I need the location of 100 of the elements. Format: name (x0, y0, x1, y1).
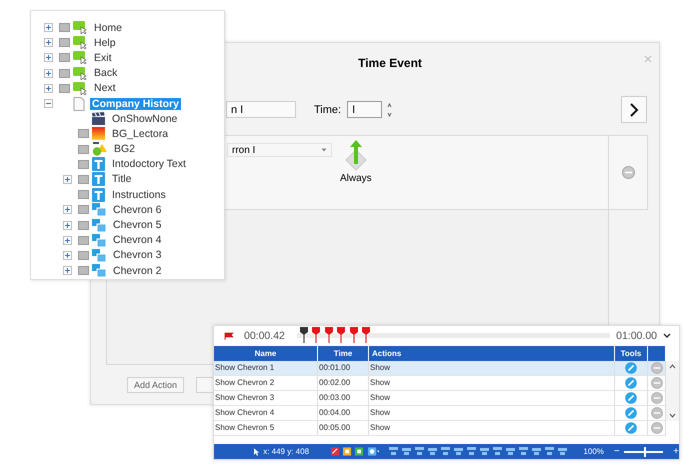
tree-item[interactable]: BG_Lectora (110, 128, 170, 140)
align-icon[interactable] (506, 447, 516, 456)
align-icon[interactable] (532, 447, 542, 456)
expand-toggle[interactable] (44, 23, 53, 32)
edit-icon[interactable] (625, 407, 637, 419)
expand-toggle[interactable] (44, 53, 53, 62)
end-time: 01:00.00 (616, 330, 657, 342)
close-icon[interactable] (644, 55, 652, 63)
table-row[interactable]: Show Chevron 5 00:05.00 Show (214, 421, 666, 436)
expand-toggle[interactable] (63, 220, 72, 230)
timeline-marker[interactable] (324, 327, 333, 343)
visibility-toggle[interactable] (78, 190, 89, 200)
edit-icon[interactable] (625, 362, 637, 374)
scroll-up-icon[interactable] (669, 364, 676, 369)
time-field[interactable]: I (347, 101, 382, 118)
next-button[interactable] (621, 96, 647, 123)
align-icon[interactable] (467, 447, 476, 456)
target-dropdown[interactable]: rron I (227, 143, 332, 157)
scroll-down-icon[interactable] (669, 413, 676, 418)
zoom-out-button[interactable]: − (614, 446, 620, 457)
visibility-toggle[interactable] (78, 174, 89, 184)
expand-toggle[interactable] (63, 250, 72, 260)
remove-icon[interactable] (650, 392, 662, 404)
tree-item[interactable]: Exit (92, 52, 114, 64)
scrollbar[interactable] (666, 361, 679, 421)
toolbar-icon[interactable] (331, 446, 340, 457)
timeline-marker[interactable] (312, 327, 320, 343)
align-icon[interactable] (415, 447, 424, 456)
toolbar-icon[interactable] (343, 446, 352, 457)
visibility-toggle[interactable] (59, 23, 70, 32)
timeline-marker[interactable] (350, 327, 358, 343)
expand-toggle[interactable] (44, 84, 53, 93)
tree-item[interactable]: Home (92, 22, 124, 34)
tree-item[interactable]: Title (110, 173, 134, 186)
timeline-marker[interactable] (337, 327, 346, 343)
group-icon (92, 264, 106, 278)
visibility-toggle[interactable] (78, 266, 89, 276)
align-icon[interactable] (389, 447, 398, 456)
align-icon[interactable] (402, 447, 412, 456)
visibility-toggle[interactable] (78, 236, 89, 245)
align-icon[interactable] (519, 447, 528, 456)
edit-icon[interactable] (625, 377, 637, 389)
expand-toggle[interactable] (44, 38, 53, 48)
expand-toggle[interactable] (63, 174, 72, 184)
spinner-icon[interactable] (387, 102, 392, 118)
edit-icon[interactable] (625, 422, 637, 434)
chevron-down-icon[interactable] (663, 333, 671, 339)
tree-item[interactable]: Help (92, 36, 118, 49)
remove-icon[interactable] (650, 377, 662, 389)
remove-icon[interactable] (650, 407, 662, 419)
timeline-marker[interactable] (362, 327, 370, 343)
visibility-toggle[interactable] (78, 144, 89, 154)
align-icon[interactable] (493, 447, 502, 456)
add-action-button[interactable]: Add Action (127, 377, 184, 393)
tree-item[interactable]: OnShowNone (110, 112, 180, 125)
expand-toggle[interactable] (63, 205, 72, 214)
shapes-icon (92, 142, 107, 156)
tree-item[interactable]: Chevron 4 (111, 234, 164, 246)
zoom-slider-thumb[interactable] (644, 446, 646, 456)
table-row[interactable]: Show Chevron 2 00:02.00 Show (214, 376, 666, 391)
expand-toggle[interactable] (63, 266, 72, 276)
visibility-toggle[interactable] (78, 205, 89, 214)
remove-icon[interactable] (622, 166, 634, 179)
visibility-toggle[interactable] (78, 220, 89, 230)
table-row[interactable]: Show Chevron 3 00:03.00 Show (214, 391, 666, 406)
remove-icon[interactable] (650, 422, 662, 434)
visibility-toggle[interactable] (59, 84, 70, 93)
tree-item[interactable]: Chevron 2 (111, 264, 164, 277)
table-row[interactable]: Show Chevron 1 00:01.00 Show (214, 361, 666, 376)
visibility-toggle[interactable] (59, 38, 70, 48)
timeline-marker[interactable] (300, 327, 308, 343)
tree-item[interactable]: BG2 (112, 143, 138, 156)
tree-item[interactable]: Intodoctory Text (110, 158, 188, 170)
remove-icon[interactable] (650, 362, 662, 374)
collapse-toggle[interactable] (44, 99, 53, 108)
expand-toggle[interactable] (63, 236, 72, 245)
visibility-toggle[interactable] (78, 129, 89, 138)
visibility-toggle[interactable] (78, 160, 89, 169)
visibility-toggle[interactable] (59, 53, 70, 62)
align-icon[interactable] (454, 447, 464, 456)
table-row[interactable]: Show Chevron 4 00:04.00 Show (214, 406, 666, 421)
name-field[interactable]: n I (226, 101, 296, 118)
align-icon[interactable] (428, 447, 438, 456)
visibility-toggle[interactable] (78, 250, 89, 260)
align-icon[interactable] (480, 447, 490, 456)
tree-item[interactable]: Instructions (110, 188, 168, 201)
tree-item[interactable]: Chevron 3 (111, 249, 164, 262)
align-icon[interactable] (441, 447, 450, 456)
tree-item[interactable]: Chevron 5 (111, 219, 164, 232)
toolbar-icon[interactable] (368, 446, 380, 457)
tree-item[interactable]: Chevron 6 (111, 204, 164, 216)
tree-item[interactable]: Back (92, 67, 120, 80)
tree-item[interactable]: Next (92, 82, 118, 94)
align-icon[interactable] (558, 447, 568, 456)
toolbar-icon[interactable] (355, 446, 364, 457)
zoom-in-button[interactable]: + (673, 446, 679, 457)
align-icon[interactable] (545, 447, 554, 456)
expand-toggle[interactable] (44, 68, 53, 78)
edit-icon[interactable] (625, 392, 637, 404)
visibility-toggle[interactable] (59, 68, 70, 78)
